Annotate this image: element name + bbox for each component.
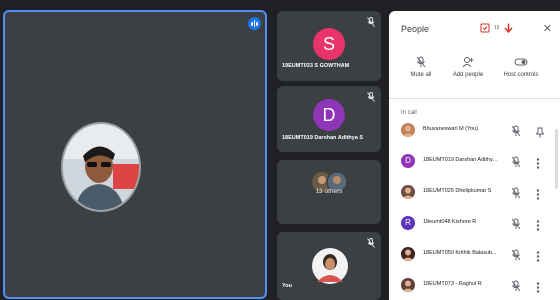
participant-name: Bhuvaneswari M (You)	[423, 126, 479, 132]
person-add-icon	[462, 57, 474, 68]
participant-row[interactable]: 18EUMT025 Dhelipkumar S	[389, 177, 560, 208]
checklist-icon[interactable]	[480, 23, 490, 33]
mic-off-icon[interactable]	[511, 248, 521, 266]
participant-avatar	[61, 122, 141, 212]
mic-off-icon[interactable]	[511, 155, 521, 173]
audio-bars-icon	[248, 17, 261, 30]
participant-name: You	[282, 283, 292, 289]
participant-name: 18eumt048 Kishore R	[423, 219, 477, 225]
more-icon[interactable]	[536, 156, 540, 174]
participant-row[interactable]: R 18eumt048 Kishore R	[389, 208, 560, 239]
mic-off-icon[interactable]	[511, 124, 521, 142]
participant-avatar: D	[401, 154, 415, 168]
participant-name: 18EUMT050 Krithik Balasub...	[423, 250, 497, 256]
main-video-tile[interactable]	[3, 10, 267, 299]
mic-off-icon	[367, 238, 375, 248]
close-icon[interactable]: ✕	[543, 24, 552, 35]
mic-off-icon[interactable]	[511, 186, 521, 204]
add-people-button[interactable]: Add people	[439, 56, 497, 78]
mic-off-icon[interactable]	[511, 217, 521, 235]
host-controls-button[interactable]: Host controls	[492, 56, 550, 78]
panel-title: People	[401, 24, 430, 34]
participant-avatar	[401, 247, 415, 261]
self-tile[interactable]: You	[277, 232, 381, 300]
participant-avatar	[401, 278, 415, 292]
others-tile[interactable]: 13 others	[277, 160, 381, 224]
scrollbar[interactable]	[555, 129, 558, 189]
participant-avatar: R	[401, 216, 415, 230]
others-count: 13 others	[315, 188, 343, 195]
participant-avatar	[401, 185, 415, 199]
participant-count: 16	[494, 25, 500, 31]
participant-tile[interactable]: S 19EUMT033 S GOWTHAM	[277, 11, 381, 81]
avatar: D	[313, 99, 345, 131]
more-icon[interactable]	[536, 280, 540, 298]
mic-off-icon	[416, 56, 426, 68]
add-people-label: Add people	[452, 72, 484, 78]
participant-name: 18EUMT019 Darshan Adithya S	[282, 135, 364, 141]
participant-row[interactable]: D 18EUMT019 Darshan Adithy...	[389, 146, 560, 177]
more-icon[interactable]	[536, 218, 540, 236]
participant-row[interactable]: Bhuvaneswari M (You)	[389, 115, 560, 146]
pin-icon[interactable]	[535, 125, 545, 143]
host-controls-label: Host controls	[503, 72, 539, 78]
participant-name: 18EUMT025 Dhelipkumar S	[423, 188, 492, 194]
participant-name: 19EUMT033 S GOWTHAM	[282, 63, 350, 69]
self-avatar	[312, 248, 348, 284]
people-panel: People 16 ✕ Mute all Add people Host con…	[389, 11, 560, 300]
more-icon[interactable]	[536, 249, 540, 267]
participant-name: 18EUMT019 Darshan Adithy...	[423, 157, 497, 163]
participant-row[interactable]: 18EUMT050 Krithik Balasub...	[389, 239, 560, 270]
mic-off-icon[interactable]	[511, 279, 521, 297]
participant-name: 18EUMT073 - Raghul R	[423, 281, 482, 287]
participant-avatar	[401, 123, 415, 137]
participant-row[interactable]: 18EUMT073 - Raghul R	[389, 270, 560, 300]
mic-off-icon	[367, 92, 375, 102]
avatar: S	[313, 28, 345, 60]
divider	[389, 98, 560, 99]
mic-off-icon	[367, 17, 375, 27]
more-icon[interactable]	[536, 187, 540, 205]
arrow-down-icon	[504, 23, 513, 33]
participant-tile[interactable]: D 18EUMT019 Darshan Adithya S	[277, 86, 381, 152]
toggle-icon	[514, 58, 528, 66]
